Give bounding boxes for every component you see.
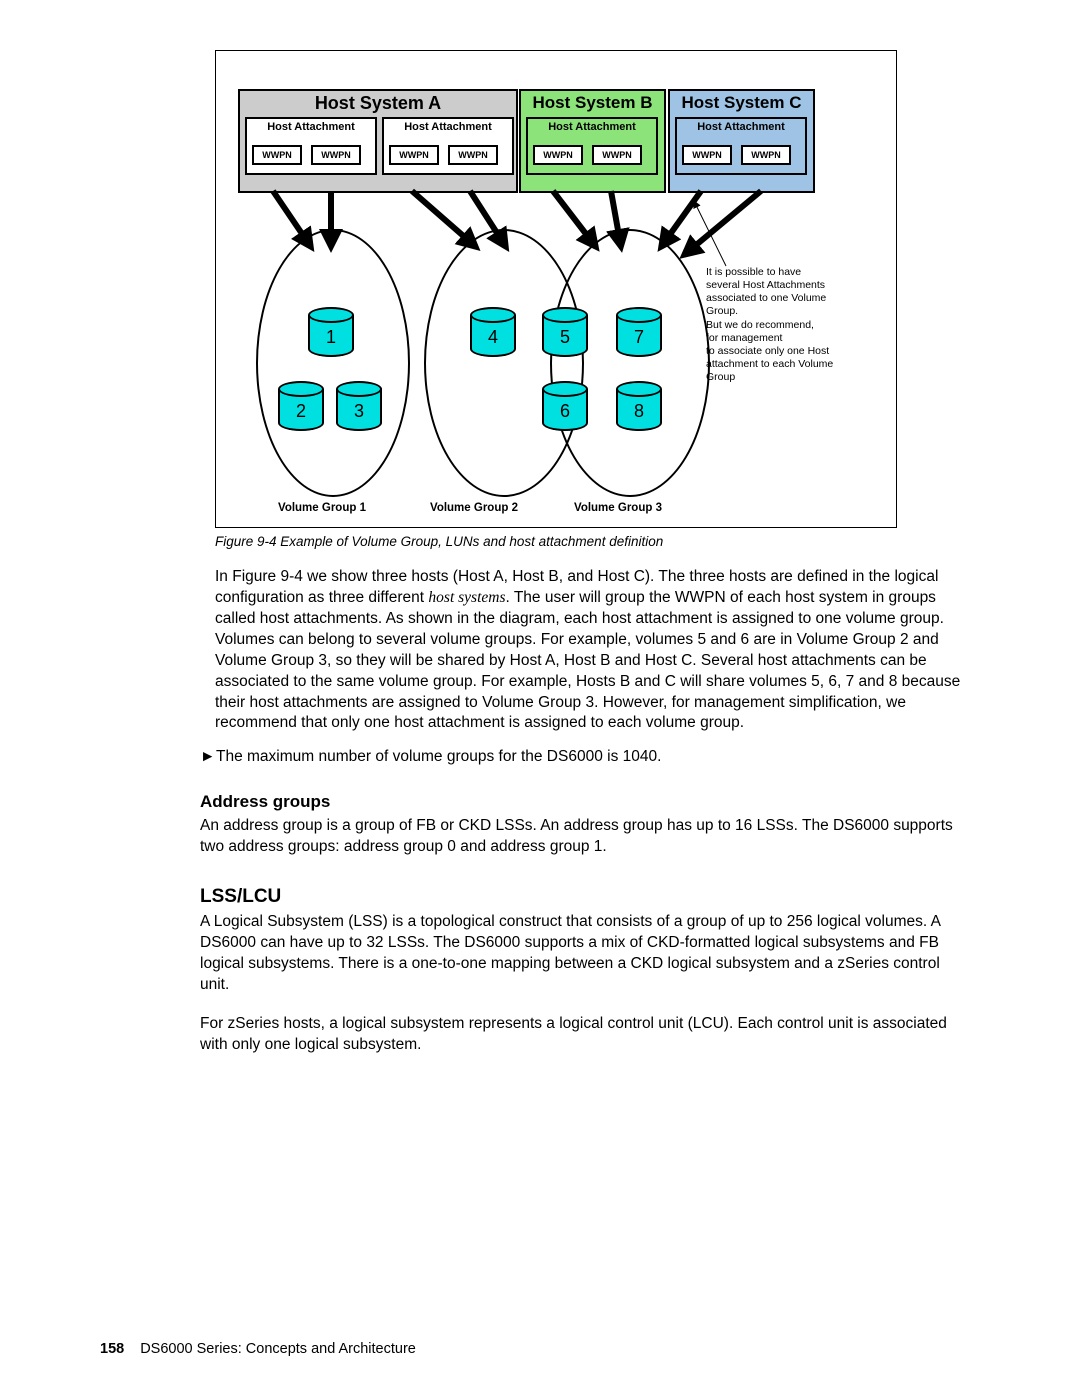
host-a-attach-2: Host Attachment WWPN WWPN bbox=[382, 117, 514, 175]
volume-cylinder-7: 7 bbox=[616, 307, 662, 357]
host-c-title: Host System C bbox=[670, 93, 813, 113]
footer-title: DS6000 Series: Concepts and Architecture bbox=[140, 1341, 416, 1357]
host-system-b: Host System B Host Attachment WWPN WWPN bbox=[519, 89, 666, 193]
attach-label: Host Attachment bbox=[247, 121, 375, 133]
wwpn: WWPN bbox=[533, 145, 583, 165]
wwpn: WWPN bbox=[448, 145, 498, 165]
page-number: 158 bbox=[100, 1341, 124, 1357]
wwpn: WWPN bbox=[252, 145, 302, 165]
host-a-attach-1: Host Attachment WWPN WWPN bbox=[245, 117, 377, 175]
host-b-attach-1: Host Attachment WWPN WWPN bbox=[526, 117, 658, 175]
volume-group-3-ellipse bbox=[550, 229, 710, 497]
host-a-title: Host System A bbox=[240, 93, 516, 114]
volume-group-1-ellipse bbox=[256, 229, 410, 497]
vg2-label: Volume Group 2 bbox=[430, 502, 518, 514]
heading-address-groups: Address groups bbox=[200, 792, 980, 812]
figure-caption: Figure 9-4 Example of Volume Group, LUNs… bbox=[215, 534, 895, 549]
document-page: Host System A Host Attachment WWPN WWPN … bbox=[0, 0, 1080, 1397]
volume-cylinder-8: 8 bbox=[616, 381, 662, 431]
volume-cylinder-5: 5 bbox=[542, 307, 588, 357]
volume-cylinder-4: 4 bbox=[470, 307, 516, 357]
volume-cylinder-1: 1 bbox=[308, 307, 354, 357]
wwpn: WWPN bbox=[389, 145, 439, 165]
bullet-item: ► The maximum number of volume groups fo… bbox=[200, 748, 980, 766]
volume-cylinder-2: 2 bbox=[278, 381, 324, 431]
page-footer: 158 DS6000 Series: Concepts and Architect… bbox=[100, 1341, 416, 1357]
host-system-c: Host System C Host Attachment WWPN WWPN bbox=[668, 89, 815, 193]
bullet-marker-icon: ► bbox=[200, 748, 216, 766]
paragraph-3: A Logical Subsystem (LSS) is a topologic… bbox=[200, 912, 970, 996]
wwpn: WWPN bbox=[311, 145, 361, 165]
wwpn: WWPN bbox=[682, 145, 732, 165]
paragraph-4: For zSeries hosts, a logical subsystem r… bbox=[200, 1014, 970, 1056]
host-b-title: Host System B bbox=[521, 93, 664, 113]
paragraph-2: An address group is a group of FB or CKD… bbox=[200, 816, 970, 858]
attach-label: Host Attachment bbox=[384, 121, 512, 133]
figure-note: It is possible to have several Host Atta… bbox=[706, 266, 886, 384]
vg3-label: Volume Group 3 bbox=[574, 502, 662, 514]
wwpn: WWPN bbox=[741, 145, 791, 165]
bullet-text: The maximum number of volume groups for … bbox=[216, 748, 661, 766]
wwpn: WWPN bbox=[592, 145, 642, 165]
host-system-a: Host System A Host Attachment WWPN WWPN … bbox=[238, 89, 518, 193]
host-c-attach-1: Host Attachment WWPN WWPN bbox=[675, 117, 807, 175]
paragraph-1: In Figure 9-4 we show three hosts (Host … bbox=[215, 567, 970, 734]
figure-box: Host System A Host Attachment WWPN WWPN … bbox=[215, 50, 897, 528]
vg1-label: Volume Group 1 bbox=[278, 502, 366, 514]
attach-label: Host Attachment bbox=[528, 121, 656, 133]
figure-container: Host System A Host Attachment WWPN WWPN … bbox=[215, 50, 895, 549]
volume-cylinder-3: 3 bbox=[336, 381, 382, 431]
heading-lss-lcu: LSS/LCU bbox=[200, 886, 980, 908]
attach-label: Host Attachment bbox=[677, 121, 805, 133]
volume-cylinder-6: 6 bbox=[542, 381, 588, 431]
